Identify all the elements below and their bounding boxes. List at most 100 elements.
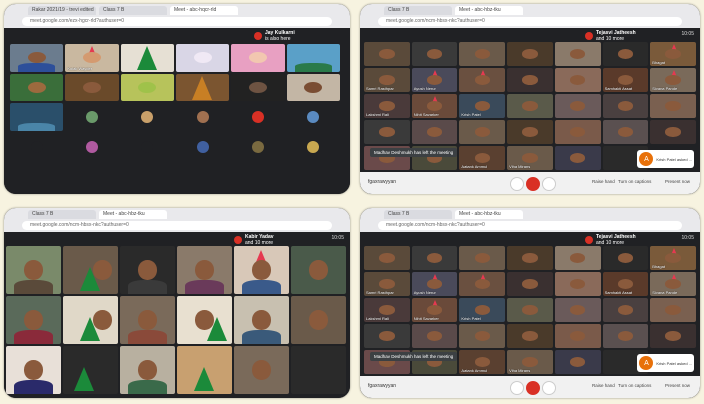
video-tile[interactable] <box>63 246 118 294</box>
video-tile[interactable] <box>411 42 458 66</box>
video-tile[interactable] <box>411 324 458 348</box>
video-tile[interactable]: Bhagat <box>650 246 696 270</box>
participant-avatar[interactable] <box>196 110 209 123</box>
browser-tab[interactable]: Class 7 B <box>384 6 452 15</box>
video-tile[interactable] <box>554 68 601 92</box>
video-tile[interactable] <box>459 68 506 92</box>
video-tile[interactable] <box>177 346 232 394</box>
present-button[interactable]: Present now <box>665 179 690 184</box>
video-tile[interactable]: Viha Mirans <box>507 350 553 374</box>
video-tile[interactable] <box>650 120 696 144</box>
video-tile[interactable] <box>554 120 601 144</box>
video-tile[interactable]: Lakshmi Rali <box>364 94 410 118</box>
video-tile[interactable] <box>554 350 601 374</box>
video-tile[interactable] <box>650 324 696 348</box>
video-tile[interactable] <box>602 120 649 144</box>
participant-avatar[interactable] <box>141 110 154 123</box>
video-tile[interactable] <box>63 296 118 344</box>
video-tile[interactable] <box>120 296 175 344</box>
present-button[interactable]: Present now <box>665 383 690 388</box>
video-tile[interactable] <box>291 246 346 294</box>
video-tile[interactable] <box>507 246 553 270</box>
video-tile[interactable] <box>364 246 410 270</box>
raise-hand-button[interactable]: Raise hand <box>592 179 615 184</box>
video-tile[interactable] <box>411 246 458 270</box>
video-tile[interactable] <box>554 246 601 270</box>
video-tile[interactable]: Sivana Pande <box>650 68 696 92</box>
participant-avatar[interactable] <box>30 140 43 153</box>
video-tile[interactable] <box>63 346 118 394</box>
participant-avatar[interactable] <box>251 140 264 153</box>
video-tile[interactable] <box>554 94 601 118</box>
captions-button[interactable]: Turn on captions <box>618 383 651 388</box>
video-tile[interactable]: Samhakti Assat <box>602 272 649 296</box>
participant-avatar[interactable] <box>141 140 154 153</box>
video-tile[interactable] <box>291 346 346 394</box>
video-tile[interactable] <box>507 324 553 348</box>
video-tile[interactable] <box>175 73 230 102</box>
video-tile[interactable] <box>650 94 696 118</box>
video-tile[interactable] <box>507 42 553 66</box>
mic-button[interactable] <box>510 381 524 395</box>
video-tile[interactable] <box>364 42 410 66</box>
video-tile[interactable]: Ayush Nerur <box>411 272 458 296</box>
video-tile[interactable]: Lakshmi Rali <box>364 298 410 322</box>
address-bar[interactable]: meet.google.com/ncm-hbsx-nkc?authuser=0 <box>378 17 682 26</box>
participant-avatar[interactable] <box>251 110 264 123</box>
video-tile[interactable] <box>291 296 346 344</box>
video-tile[interactable]: Bhagat <box>650 42 696 66</box>
video-tile[interactable] <box>6 346 61 394</box>
video-tile[interactable] <box>507 120 553 144</box>
browser-tab-active[interactable]: Meet - abc-hbz-tku <box>455 210 523 219</box>
video-tile[interactable] <box>120 346 175 394</box>
video-tile[interactable] <box>411 120 458 144</box>
video-tile[interactable] <box>602 94 649 118</box>
participant-avatar[interactable] <box>307 140 320 153</box>
participant-avatar[interactable] <box>85 140 98 153</box>
browser-tab[interactable]: Rakar 2021/19 - trevi edited <box>28 6 96 15</box>
browser-tab-active[interactable]: Meet - abc-hbz-tku <box>455 6 523 15</box>
video-tile[interactable] <box>6 296 61 344</box>
video-tile[interactable] <box>234 296 289 344</box>
end-call-button[interactable] <box>526 177 540 191</box>
video-tile[interactable] <box>459 246 506 270</box>
video-tile[interactable]: Sivana Pande <box>650 272 696 296</box>
browser-tab[interactable]: Class 7 B <box>99 6 167 15</box>
video-tile[interactable] <box>554 146 601 170</box>
video-tile[interactable] <box>602 298 649 322</box>
video-tile[interactable] <box>554 324 601 348</box>
video-tile[interactable] <box>364 120 410 144</box>
address-bar[interactable]: meet.google.com/ncm-hbsx-nkc?authuser=0 <box>22 221 332 230</box>
video-tile[interactable] <box>507 94 553 118</box>
video-tile[interactable] <box>286 73 340 102</box>
mic-button[interactable] <box>510 177 524 191</box>
raise-hand-button[interactable]: Raise hand <box>592 383 615 388</box>
video-tile[interactable]: Samri Rasthpar <box>364 68 410 92</box>
video-tile[interactable]: Samri Rasthpar <box>364 272 410 296</box>
video-tile[interactable] <box>65 73 119 102</box>
video-tile[interactable] <box>459 324 506 348</box>
video-tile[interactable] <box>554 42 601 66</box>
video-tile[interactable] <box>507 272 553 296</box>
address-bar[interactable]: meet.google.com/ezx-hgcr-rld?authuser=0 <box>22 17 332 26</box>
browser-tab-active[interactable]: Meet - abc-hqcr-rld <box>170 6 238 15</box>
video-tile[interactable]: Aatank Ammul <box>459 146 506 170</box>
video-tile[interactable]: Kolak Wayder <box>65 44 119 72</box>
video-tile[interactable] <box>6 246 61 294</box>
video-tile[interactable] <box>459 272 506 296</box>
participant-avatar[interactable] <box>85 110 98 123</box>
video-tile[interactable] <box>120 246 175 294</box>
video-tile[interactable] <box>364 324 410 348</box>
captions-button[interactable]: Turn on captions <box>618 179 651 184</box>
video-tile[interactable] <box>459 120 506 144</box>
video-tile[interactable] <box>231 73 285 102</box>
video-tile[interactable] <box>10 103 64 131</box>
video-tile[interactable] <box>10 44 64 72</box>
video-tile[interactable] <box>120 44 174 72</box>
camera-button[interactable] <box>542 177 556 191</box>
video-tile[interactable] <box>554 298 601 322</box>
video-tile[interactable] <box>602 324 649 348</box>
video-tile[interactable] <box>120 73 174 102</box>
video-tile[interactable] <box>554 272 601 296</box>
chat-notification[interactable]: A Krish Patel asked ... <box>637 150 694 168</box>
